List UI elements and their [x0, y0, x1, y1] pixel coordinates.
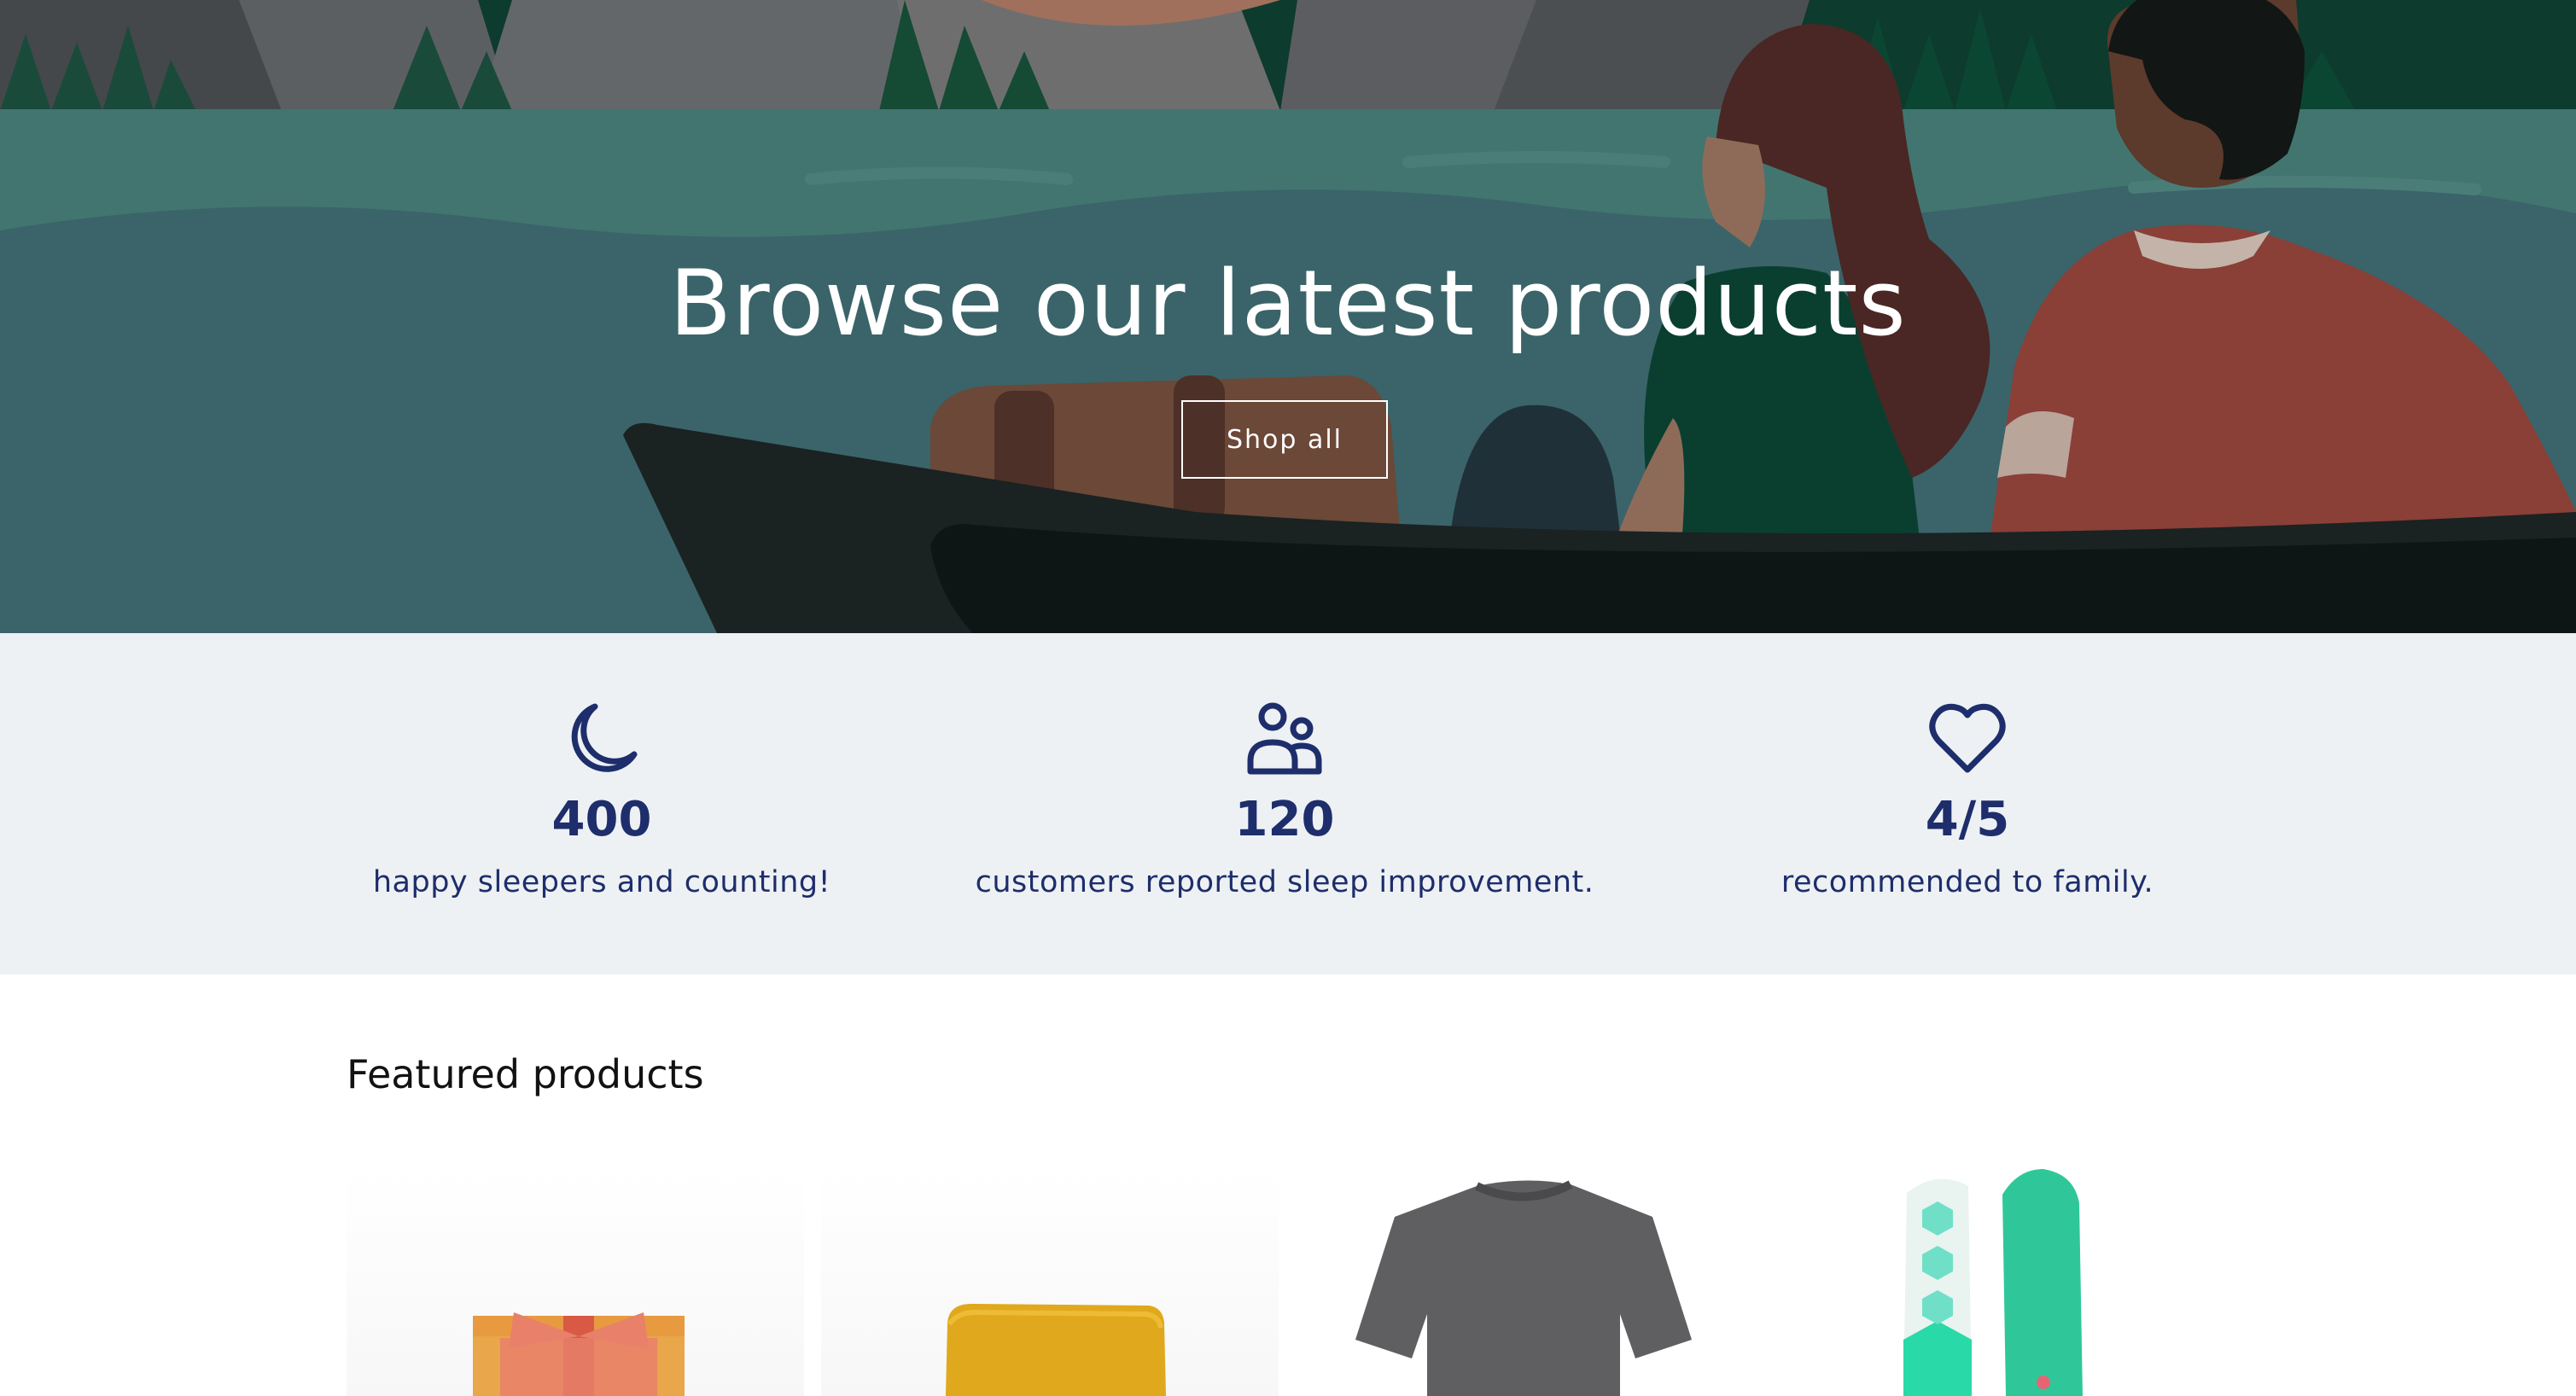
product-card[interactable]: [821, 1169, 1279, 1396]
stat-label: happy sleepers and counting!: [372, 864, 831, 899]
hero-banner: Browse our latest products Shop all: [0, 0, 2576, 633]
tshirt-image: [1355, 1180, 1692, 1396]
snowboard-image: [1903, 1169, 2083, 1396]
product-card[interactable]: [1296, 1169, 1753, 1396]
shop-all-button[interactable]: Shop all: [1181, 400, 1388, 479]
stat-happy-sleepers: 400 happy sleepers and counting!: [260, 700, 943, 899]
hero-title: Browse our latest products: [669, 251, 1907, 356]
gift-box-image: [473, 1312, 685, 1396]
people-icon: [1247, 702, 1322, 775]
product-card[interactable]: [347, 1169, 804, 1396]
stat-value: 4/5: [1925, 792, 2010, 847]
stats-section: 400 happy sleepers and counting! 120 cus…: [0, 633, 2576, 974]
stat-value: 400: [551, 792, 652, 847]
moon-icon: [571, 703, 638, 772]
stat-sleep-improvement: 120 customers reported sleep improvement…: [943, 700, 1626, 899]
product-card[interactable]: [1770, 1169, 2228, 1396]
stat-label: customers reported sleep improvement.: [975, 864, 1594, 899]
heart-icon: [1929, 703, 2006, 773]
featured-products-title: Featured products: [347, 1051, 704, 1097]
stat-label: recommended to family.: [1780, 864, 2154, 899]
soap-bar-image: [946, 1304, 1166, 1396]
stat-recommended: 4/5 recommended to family.: [1626, 700, 2309, 899]
stat-value: 120: [1234, 792, 1335, 847]
